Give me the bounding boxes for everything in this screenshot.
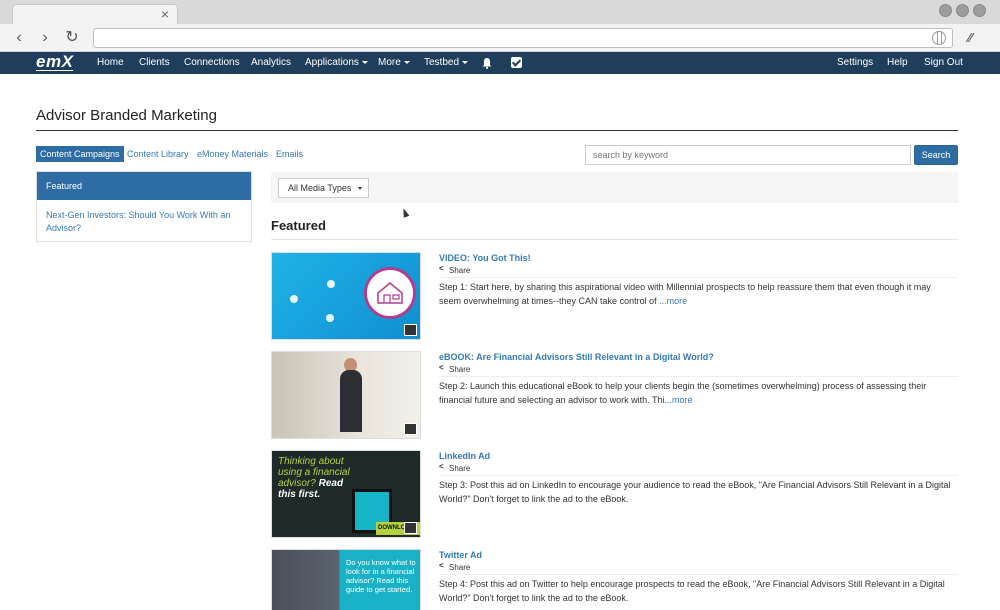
- video-thumbnail[interactable]: [271, 252, 421, 340]
- campaign-sidebar: Featured Next-Gen Investors: Should You …: [36, 171, 252, 242]
- content-item: Thinking about using a financial advisor…: [271, 450, 958, 538]
- tab-emails[interactable]: Emails: [276, 149, 303, 159]
- reload-icon[interactable]: ↻: [62, 28, 82, 48]
- browser-tab[interactable]: ×: [12, 4, 178, 24]
- nav-clients[interactable]: Clients: [139, 57, 170, 68]
- share-label: Share: [449, 266, 471, 275]
- share-label: Share: [449, 365, 471, 374]
- nav-more-dropdown[interactable]: More: [378, 57, 410, 68]
- item-title[interactable]: Twitter Ad: [439, 550, 482, 560]
- nav-sign-out[interactable]: Sign Out: [924, 57, 963, 68]
- house-icon: [364, 267, 416, 319]
- nav-help[interactable]: Help: [887, 57, 908, 68]
- nav-connections[interactable]: Connections: [184, 57, 240, 68]
- content-item: Do you know what to look for in a financ…: [271, 549, 958, 610]
- page-title: Advisor Branded Marketing: [36, 107, 217, 124]
- filter-bar: All Media Types: [271, 172, 958, 203]
- twitter-ad-thumbnail[interactable]: Do you know what to look for in a financ…: [271, 549, 421, 610]
- ebook-thumbnail[interactable]: [271, 351, 421, 439]
- item-divider: [439, 277, 958, 278]
- forward-arrow-icon[interactable]: ›: [35, 28, 55, 48]
- nav-applications-dropdown[interactable]: Applications: [305, 57, 368, 68]
- share-label: Share: [449, 563, 471, 572]
- globe-icon: [932, 31, 946, 45]
- more-link[interactable]: ...more: [664, 395, 692, 405]
- item-description: Step 2: Launch this educational eBook to…: [439, 380, 954, 407]
- tab-content-campaigns[interactable]: Content Campaigns: [36, 146, 124, 162]
- nav-home[interactable]: Home: [97, 57, 124, 68]
- nav-more-label: More: [378, 57, 401, 68]
- item-title[interactable]: VIDEO: You Got This!: [439, 253, 531, 263]
- item-description: Step 3: Post this ad on LinkedIn to enco…: [439, 480, 951, 504]
- window-minimize-button[interactable]: [939, 4, 952, 17]
- content-item: eBOOK: Are Financial Advisors Still Rele…: [271, 351, 958, 439]
- item-divider: [439, 574, 958, 575]
- emx-logo[interactable]: emX: [36, 53, 74, 71]
- section-divider: [271, 239, 958, 240]
- window-close-button[interactable]: [973, 4, 986, 17]
- item-divider: [439, 475, 958, 476]
- extension-icon[interactable]: ∕∕: [968, 30, 984, 46]
- item-description: Step 4: Post this ad on Twitter to help …: [439, 579, 945, 603]
- presenter-body: [340, 370, 362, 432]
- close-tab-icon[interactable]: ×: [161, 7, 169, 21]
- share-button[interactable]: Share: [439, 462, 471, 473]
- window-maximize-button[interactable]: [956, 4, 969, 17]
- image-icon: [404, 522, 417, 534]
- search-button[interactable]: Search: [914, 145, 958, 165]
- browser-toolbar: ‹ › ↻ ∕∕: [0, 24, 1000, 52]
- content-item: VIDEO: You Got This! Share Step 1: Start…: [271, 252, 958, 340]
- nav-settings[interactable]: Settings: [837, 57, 873, 68]
- item-description: Step 1: Start here, by sharing this aspi…: [439, 281, 954, 308]
- nav-analytics[interactable]: Analytics: [251, 57, 291, 68]
- share-icon: [439, 264, 446, 273]
- nav-applications-label: Applications: [305, 57, 359, 68]
- document-icon: [404, 423, 417, 435]
- bell-icon[interactable]: [481, 57, 493, 69]
- back-arrow-icon[interactable]: ‹: [9, 28, 29, 48]
- linkedin-ad-thumbnail[interactable]: Thinking about using a financial advisor…: [271, 450, 421, 538]
- item-divider: [439, 376, 958, 377]
- media-type-select[interactable]: All Media Types: [278, 178, 369, 198]
- tasks-check-icon[interactable]: [511, 57, 522, 68]
- nav-testbed-dropdown[interactable]: Testbed: [424, 57, 468, 68]
- sidebar-item-featured[interactable]: Featured: [37, 172, 251, 200]
- more-link[interactable]: ...more: [659, 296, 687, 306]
- search-input[interactable]: [585, 145, 911, 165]
- address-bar[interactable]: [93, 28, 953, 48]
- share-button[interactable]: Share: [439, 363, 471, 374]
- nav-testbed-label: Testbed: [424, 57, 460, 68]
- thumb-headline: Thinking about using a financial advisor…: [278, 456, 350, 500]
- title-divider: [36, 130, 958, 131]
- share-icon: [439, 363, 446, 372]
- tab-content-library[interactable]: Content Library: [127, 149, 189, 159]
- sidebar-item-next-gen-investors[interactable]: Next-Gen Investors: Should You Work With…: [37, 200, 251, 244]
- share-icon: [439, 462, 446, 471]
- section-title: Featured: [271, 218, 326, 233]
- share-button[interactable]: Share: [439, 561, 471, 572]
- item-title[interactable]: LinkedIn Ad: [439, 451, 490, 461]
- mouse-cursor-icon: [400, 207, 410, 218]
- item-title[interactable]: eBOOK: Are Financial Advisors Still Rele…: [439, 352, 714, 362]
- share-label: Share: [449, 464, 471, 473]
- share-icon: [439, 561, 446, 570]
- tab-emoney-materials[interactable]: eMoney Materials: [197, 149, 268, 159]
- thumb-headline: Do you know what to look for in a financ…: [346, 558, 416, 594]
- video-camera-icon: [404, 324, 417, 336]
- window-controls: [939, 4, 986, 17]
- app-navbar: emX Home Clients Connections Analytics A…: [0, 52, 1000, 74]
- share-button[interactable]: Share: [439, 264, 471, 275]
- browser-tabstrip: ×: [0, 0, 1000, 24]
